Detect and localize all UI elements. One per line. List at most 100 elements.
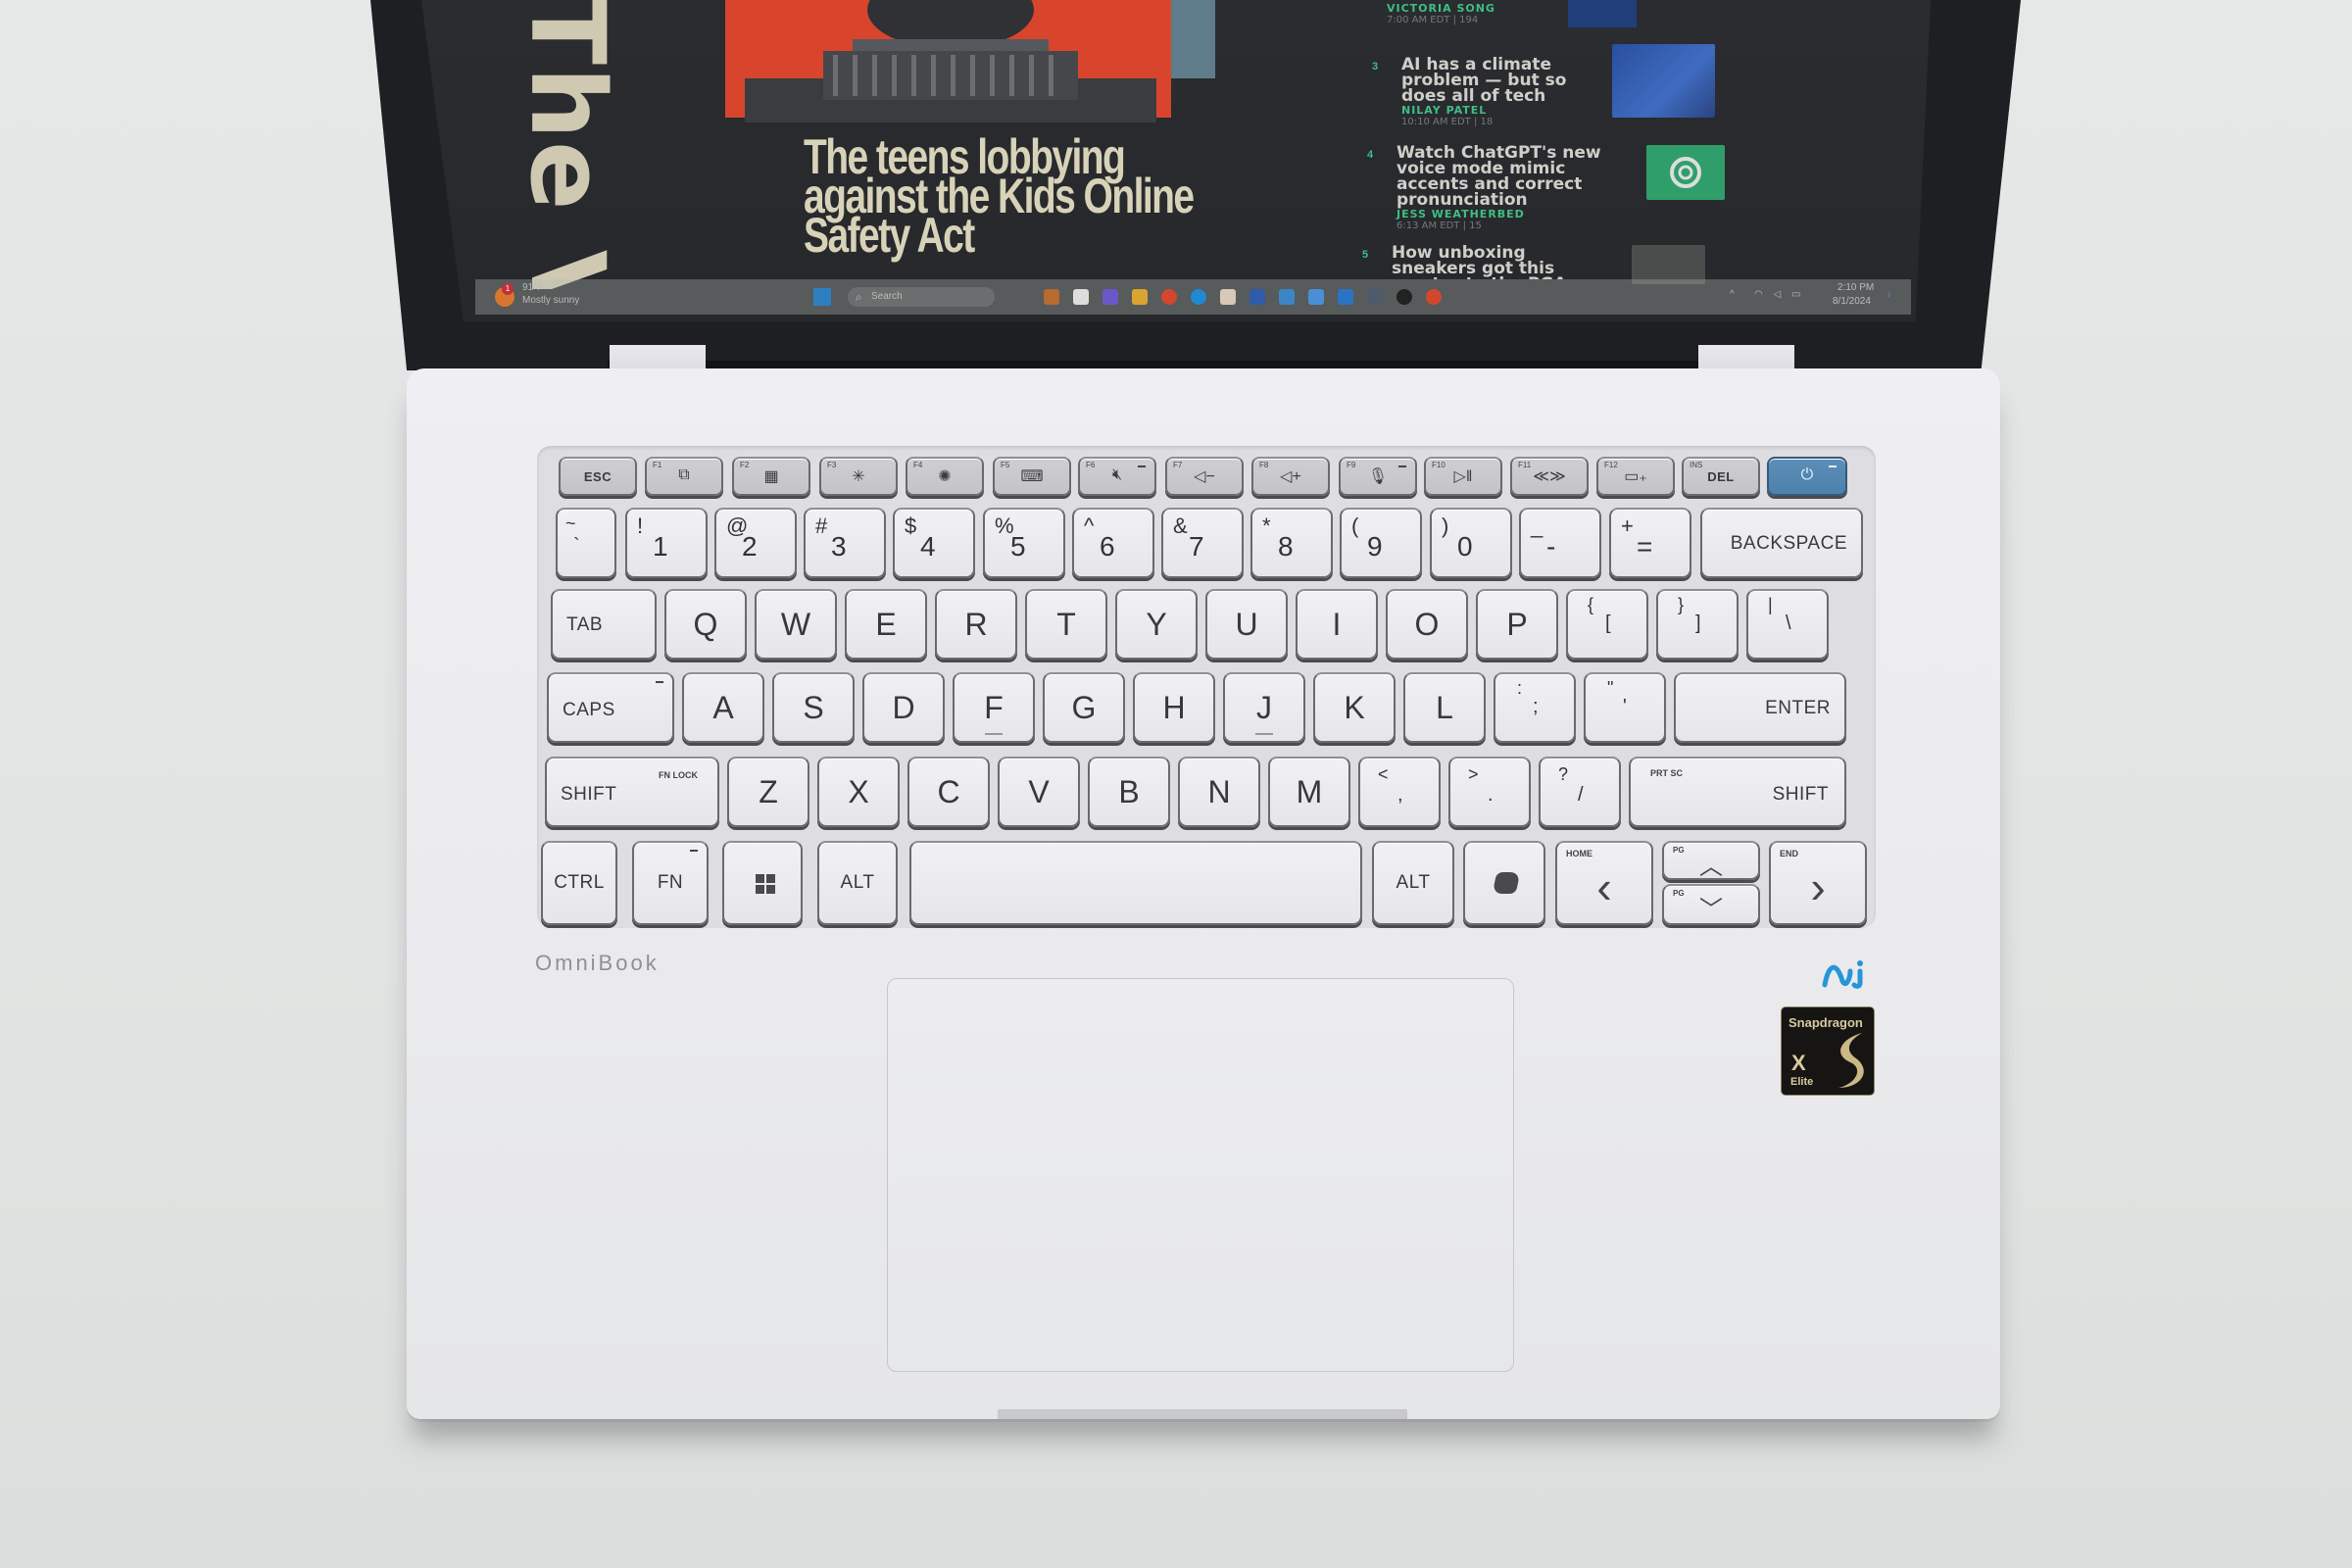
chrome-icon[interactable] xyxy=(1426,289,1442,305)
key-e[interactable]: E xyxy=(845,589,927,660)
weather-temp[interactable]: 91°F xyxy=(522,282,543,293)
key-f[interactable]: F xyxy=(953,672,1035,743)
headline-link[interactable]: The teens lobbying against the Kids Onli… xyxy=(804,132,1201,260)
taskbar-app-icon[interactable] xyxy=(1073,289,1089,305)
chrome-icon[interactable] xyxy=(1161,289,1177,305)
key-quote[interactable]: " ' xyxy=(1584,672,1666,743)
calculator-app-icon[interactable] xyxy=(1367,289,1383,305)
steam-icon[interactable] xyxy=(1396,289,1412,305)
key-power[interactable]: ⏻ xyxy=(1767,457,1847,496)
key-f2-calculator[interactable]: F2 ▦ xyxy=(732,457,810,496)
key-n[interactable]: N xyxy=(1178,757,1260,827)
key-d[interactable]: D xyxy=(862,672,945,743)
key-backspace[interactable]: BACKSPACE xyxy=(1700,508,1863,578)
key-f9-mic-mute[interactable]: F9 🎙︎ xyxy=(1339,457,1417,496)
outlook-icon[interactable] xyxy=(1338,289,1353,305)
key-m[interactable]: M xyxy=(1268,757,1350,827)
key-4[interactable]: $4 xyxy=(893,508,975,578)
key-7[interactable]: & 7 xyxy=(1161,508,1244,578)
key-u[interactable]: U xyxy=(1205,589,1288,660)
key-g[interactable]: G xyxy=(1043,672,1125,743)
key-minus[interactable]: _ - xyxy=(1519,508,1601,578)
key-5[interactable]: % 5 xyxy=(983,508,1065,578)
key-h[interactable]: H xyxy=(1133,672,1215,743)
rail-item-2[interactable]: AI has a climate problem — but so does a… xyxy=(1401,57,1607,128)
key-q[interactable]: Q xyxy=(664,589,747,660)
key-1[interactable]: ! 1 xyxy=(625,508,708,578)
key-f7-volume-down[interactable]: F7 ◁− xyxy=(1165,457,1244,496)
key-w[interactable]: W xyxy=(755,589,837,660)
key-slash[interactable]: ? / xyxy=(1539,757,1621,827)
key-enter[interactable]: ENTER xyxy=(1674,672,1846,743)
slack-icon[interactable] xyxy=(1220,289,1236,305)
key-f11-airplane-mode[interactable]: F11 ≪≫ xyxy=(1510,457,1589,496)
key-period[interactable]: >. xyxy=(1448,757,1531,827)
key-caps[interactable]: CAPS xyxy=(547,672,674,743)
edge-icon[interactable] xyxy=(1191,289,1206,305)
key-del[interactable]: INS DEL xyxy=(1682,457,1760,496)
key-3[interactable]: #3 xyxy=(804,508,886,578)
key-left-shift[interactable]: SHIFT FN LOCK xyxy=(545,757,719,827)
tray-chevron-icon[interactable]: ^ xyxy=(1730,289,1735,300)
key-fn[interactable]: FN xyxy=(632,841,709,925)
clock-time[interactable]: 2:10 PM xyxy=(1838,282,1874,293)
key-9[interactable]: (9 xyxy=(1340,508,1422,578)
key-ctrl[interactable]: CTRL xyxy=(541,841,617,925)
key-b[interactable]: B xyxy=(1088,757,1170,827)
key-comma[interactable]: <, xyxy=(1358,757,1441,827)
clock-date[interactable]: 8/1/2024 xyxy=(1833,296,1871,307)
key-semicolon[interactable]: :; xyxy=(1494,672,1576,743)
taskbar-search-box[interactable]: ⌕ Search xyxy=(848,287,995,307)
key-i[interactable]: I xyxy=(1296,589,1378,660)
key-backtick[interactable]: ~ ` xyxy=(556,508,616,578)
taskbar-app-icon[interactable] xyxy=(1308,289,1324,305)
key-tab[interactable]: TAB xyxy=(551,589,657,660)
key-s[interactable]: S xyxy=(772,672,855,743)
key-x[interactable]: X xyxy=(817,757,900,827)
notification-bell-icon[interactable]: ♪ xyxy=(1886,289,1891,300)
key-f5-keyboard-backlight[interactable]: F5 ⌨ xyxy=(993,457,1071,496)
tray-status-icons[interactable]: ◠ ◁ ▭ xyxy=(1754,289,1804,300)
key-end-right-arrow[interactable]: END › xyxy=(1769,841,1867,925)
key-a[interactable]: A xyxy=(682,672,764,743)
key-spacebar[interactable] xyxy=(909,841,1362,925)
key-t[interactable]: T xyxy=(1025,589,1107,660)
taskbar-app-icon[interactable] xyxy=(1279,289,1295,305)
start-button-windows-icon[interactable] xyxy=(813,288,831,306)
key-2[interactable]: @2 xyxy=(714,508,797,578)
weather-desc[interactable]: Mostly sunny xyxy=(522,295,579,306)
key-o[interactable]: O xyxy=(1386,589,1468,660)
key-r[interactable]: R xyxy=(935,589,1017,660)
key-6[interactable]: ^ 6 xyxy=(1072,508,1154,578)
site-logo[interactable]: The V/ xyxy=(510,0,637,289)
key-alt[interactable]: ALT xyxy=(817,841,898,925)
rail-item-4[interactable]: How unboxing sneakers got this creator t… xyxy=(1392,245,1588,279)
key-undefined[interactable]: HOME ‹ xyxy=(1555,841,1653,925)
key-f12-screen-snip[interactable]: F12 ▭₊ xyxy=(1596,457,1675,496)
key-backslash[interactable]: | \ xyxy=(1746,589,1829,660)
key-l[interactable]: L xyxy=(1403,672,1486,743)
trackpad[interactable] xyxy=(887,978,1514,1372)
key-f4-brightness-up[interactable]: F4 ✺ xyxy=(906,457,984,496)
rail-item-3[interactable]: Watch ChatGPT's new voice mode mimic acc… xyxy=(1396,145,1607,232)
key-8[interactable]: * 8 xyxy=(1250,508,1333,578)
key-0[interactable]: ) 0 xyxy=(1430,508,1512,578)
key-equals[interactable]: + = xyxy=(1609,508,1691,578)
taskbar-app-icon[interactable] xyxy=(1250,289,1265,305)
key-alt-right[interactable]: ALT xyxy=(1372,841,1454,925)
key-f10-play-pause[interactable]: F10 ▷ǁ xyxy=(1424,457,1502,496)
key-y[interactable]: Y xyxy=(1115,589,1198,660)
key-left-bracket[interactable]: {[ xyxy=(1566,589,1648,660)
key-page-down[interactable]: PG ﹀ xyxy=(1662,884,1760,925)
taskbar-app-icon[interactable] xyxy=(1044,289,1059,305)
key-esc[interactable]: ESC xyxy=(559,457,637,496)
key-right-shift[interactable]: SHIFT PRT SC xyxy=(1629,757,1846,827)
key-copilot[interactable] xyxy=(1463,841,1545,925)
key-z[interactable]: Z xyxy=(727,757,809,827)
key-f3-brightness-down[interactable]: F3 ✳ xyxy=(819,457,898,496)
key-j[interactable]: J xyxy=(1223,672,1305,743)
key-page-up[interactable]: PG ︿ xyxy=(1662,841,1760,880)
key-f1-screen-switch[interactable]: F1 ⧉ xyxy=(645,457,723,496)
key-k[interactable]: K xyxy=(1313,672,1396,743)
key-f8-volume-up[interactable]: F8 ◁+ xyxy=(1251,457,1330,496)
